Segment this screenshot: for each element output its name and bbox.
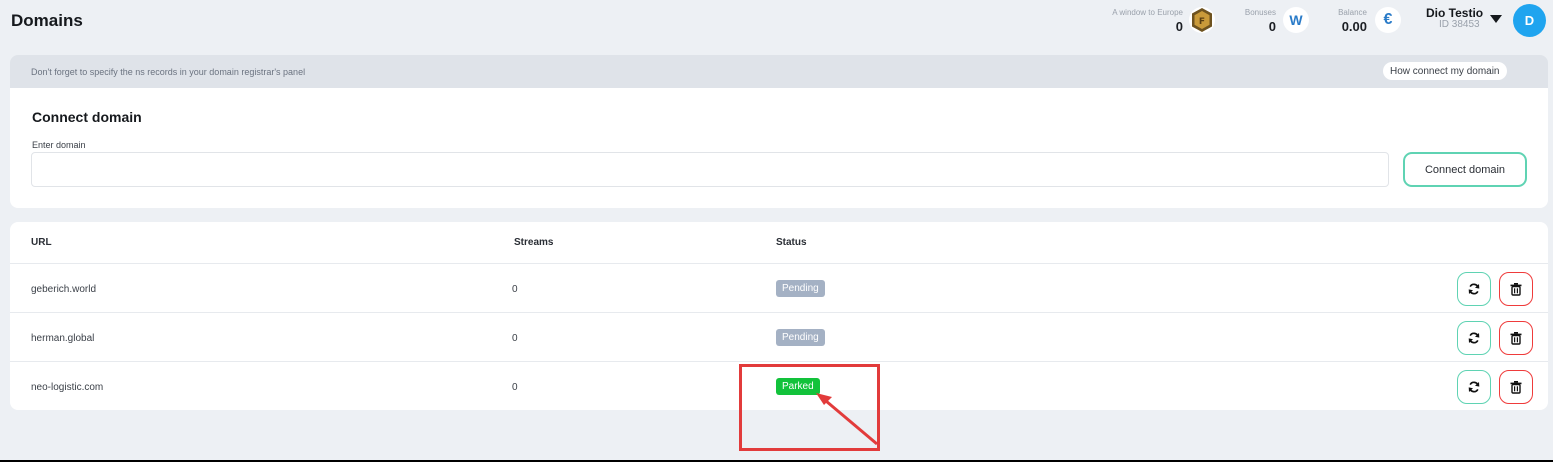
- chevron-down-icon[interactable]: [1490, 15, 1502, 23]
- bonus-w-icon: W: [1283, 7, 1309, 33]
- domain-url: neo-logistic.com: [31, 382, 104, 393]
- refresh-button[interactable]: [1457, 370, 1491, 404]
- column-header-streams: Streams: [514, 237, 554, 248]
- coin-icon: F: [1189, 7, 1215, 33]
- annotation-highlight-box: [739, 364, 880, 451]
- delete-button[interactable]: [1499, 370, 1533, 404]
- trash-icon: [1510, 283, 1522, 296]
- how-connect-domain-button[interactable]: How connect my domain: [1383, 62, 1507, 80]
- stat-label: Balance: [1338, 8, 1367, 17]
- stat-balance: Balance 0.00: [1320, 8, 1367, 34]
- stat-label: Bonuses: [1244, 8, 1276, 17]
- user-name[interactable]: Dio Testio: [1426, 6, 1483, 20]
- refresh-icon: [1468, 283, 1480, 295]
- page-title: Domains: [11, 11, 83, 30]
- column-header-url: URL: [31, 237, 52, 248]
- ns-notice-bar: Don't forget to specify the ns records i…: [10, 55, 1548, 88]
- status-badge: Pending: [776, 329, 825, 346]
- stat-label: A window to Europe: [1112, 8, 1183, 17]
- stat-value: 0: [1268, 19, 1276, 34]
- column-header-status: Status: [776, 237, 807, 248]
- refresh-button[interactable]: [1457, 321, 1491, 355]
- table-row: herman.global 0 Pending: [10, 312, 1548, 361]
- status-badge: Pending: [776, 280, 825, 297]
- stat-value: 0: [1175, 19, 1183, 34]
- euro-icon: €: [1375, 7, 1401, 33]
- header: Domains A window to Europe 0 F Bonuses 0…: [0, 0, 1553, 44]
- domain-url: herman.global: [31, 333, 95, 344]
- domain-url: geberich.world: [31, 284, 97, 295]
- stat-bonuses: Bonuses 0: [1240, 8, 1276, 34]
- user-id: ID 38453: [1439, 19, 1480, 30]
- enter-domain-label: Enter domain: [32, 140, 86, 150]
- svg-text:F: F: [1199, 17, 1205, 27]
- streams-count: 0: [512, 382, 518, 393]
- streams-count: 0: [512, 333, 518, 344]
- refresh-icon: [1468, 332, 1480, 344]
- table-row: geberich.world 0 Pending: [10, 263, 1548, 312]
- delete-button[interactable]: [1499, 272, 1533, 306]
- stat-window-to-europe: A window to Europe 0: [1095, 8, 1183, 34]
- connect-domain-button[interactable]: Connect domain: [1403, 152, 1527, 187]
- connect-domain-card: Connect domain Enter domain Connect doma…: [10, 88, 1548, 208]
- streams-count: 0: [512, 284, 518, 295]
- domain-input[interactable]: [31, 152, 1389, 187]
- trash-icon: [1510, 332, 1522, 345]
- notice-text: Don't forget to specify the ns records i…: [31, 67, 306, 77]
- connect-domain-title: Connect domain: [32, 109, 142, 125]
- refresh-icon: [1468, 381, 1480, 393]
- trash-icon: [1510, 381, 1522, 394]
- delete-button[interactable]: [1499, 321, 1533, 355]
- refresh-button[interactable]: [1457, 272, 1491, 306]
- stat-value: 0.00: [1341, 19, 1367, 34]
- avatar[interactable]: D: [1513, 4, 1546, 37]
